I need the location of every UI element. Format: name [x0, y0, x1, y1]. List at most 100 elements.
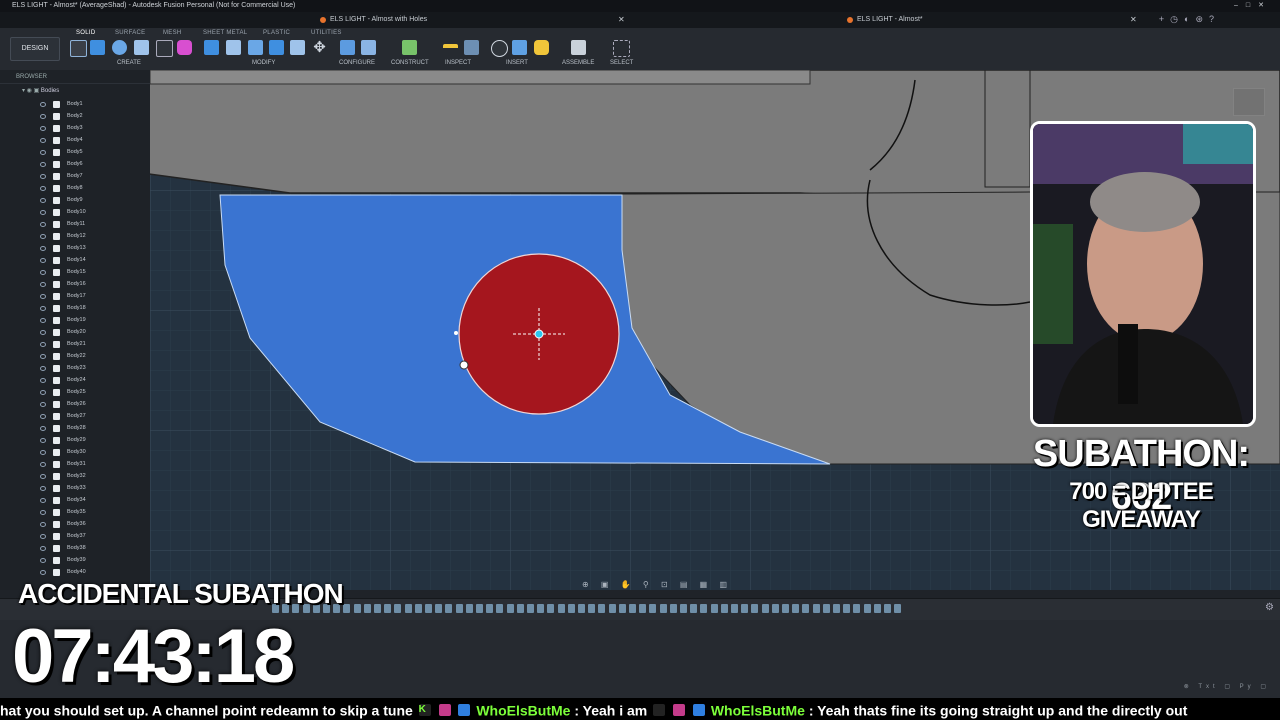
- timeline-feature-icon[interactable]: [873, 604, 881, 613]
- tab-sheet-metal[interactable]: SHEET METAL: [203, 30, 247, 36]
- timeline-feature-icon[interactable]: [761, 604, 769, 613]
- browser-body-row[interactable]: Body40: [40, 567, 150, 578]
- insert-derive-icon[interactable]: [491, 40, 508, 57]
- browser-body-row[interactable]: Body15: [40, 267, 150, 278]
- timeline-feature-icon[interactable]: [425, 604, 432, 613]
- measure-icon[interactable]: [443, 44, 458, 54]
- timeline-feature-icon[interactable]: [639, 604, 647, 613]
- timeline-feature-icon[interactable]: [741, 604, 749, 613]
- timeline-feature-icon[interactable]: [782, 604, 789, 613]
- hole-icon[interactable]: [134, 40, 149, 55]
- eye-icon[interactable]: [40, 246, 46, 251]
- group-construct[interactable]: CONSTRUCT: [391, 60, 429, 66]
- tab-surface[interactable]: SURFACE: [115, 30, 145, 36]
- timeline-feature-icon[interactable]: [690, 604, 698, 613]
- browser-body-row[interactable]: Body5: [40, 147, 150, 158]
- insert-mcmaster-icon[interactable]: [534, 40, 549, 55]
- eye-icon[interactable]: [40, 294, 46, 299]
- browser-body-row[interactable]: Body28: [40, 423, 150, 434]
- eye-icon[interactable]: [40, 558, 46, 563]
- timeline-feature-icon[interactable]: [720, 604, 728, 613]
- timeline-feature-icon[interactable]: [710, 604, 718, 613]
- group-assemble[interactable]: ASSEMBLE: [562, 60, 594, 66]
- timeline-feature-icon[interactable]: [516, 604, 524, 613]
- extrude-icon[interactable]: [90, 40, 105, 55]
- eye-icon[interactable]: [40, 366, 46, 371]
- revolve-icon[interactable]: [112, 40, 127, 55]
- timeline-feature-icon[interactable]: [608, 604, 616, 613]
- chamfer-icon[interactable]: [248, 40, 263, 55]
- tab-mesh[interactable]: MESH: [163, 30, 182, 36]
- browser-body-row[interactable]: Body12: [40, 231, 150, 242]
- pattern-icon[interactable]: [156, 40, 173, 57]
- timeline-feature-icon[interactable]: [843, 604, 851, 613]
- eye-icon[interactable]: [40, 474, 46, 479]
- eye-icon[interactable]: [40, 318, 46, 323]
- browser-body-row[interactable]: Body25: [40, 387, 150, 398]
- timeline-feature-icon[interactable]: [802, 604, 810, 613]
- group-insert[interactable]: INSERT: [506, 60, 528, 66]
- eye-icon[interactable]: [40, 450, 46, 455]
- timeline-feature-icon[interactable]: [537, 604, 545, 613]
- eye-icon[interactable]: [40, 546, 46, 551]
- browser-body-row[interactable]: Body8: [40, 183, 150, 194]
- eye-icon[interactable]: [40, 570, 46, 575]
- timeline-feature-icon[interactable]: [455, 604, 463, 613]
- eye-icon[interactable]: [40, 522, 46, 527]
- timeline-feature-icon[interactable]: [404, 604, 412, 613]
- timeline-feature-icon[interactable]: [751, 604, 759, 613]
- timeline-feature-icon[interactable]: [547, 604, 555, 613]
- timeline-feature-icon[interactable]: [496, 604, 504, 613]
- parameters-icon[interactable]: [340, 40, 355, 55]
- timeline-feature-icon[interactable]: [649, 604, 657, 613]
- browser-body-row[interactable]: Body13: [40, 243, 150, 254]
- eye-icon[interactable]: [40, 258, 46, 263]
- browser-body-row[interactable]: Body6: [40, 159, 150, 170]
- timeline-feature-icon[interactable]: [465, 604, 473, 613]
- timeline-feature-icon[interactable]: [506, 604, 514, 613]
- timeline-feature-icon[interactable]: [629, 604, 636, 613]
- eye-icon[interactable]: [40, 282, 46, 287]
- browser-body-row[interactable]: Body7: [40, 171, 150, 182]
- eye-icon[interactable]: [40, 270, 46, 275]
- timeline-feature-icon[interactable]: [680, 604, 687, 613]
- browser-body-row[interactable]: Body24: [40, 375, 150, 386]
- eye-icon[interactable]: [40, 354, 46, 359]
- navigation-bar[interactable]: ⊕ ▣ ✋ ⚲ ⊡ ▤ ▦ ▥: [582, 580, 732, 589]
- timeline-feature-icon[interactable]: [557, 604, 565, 613]
- browser-body-row[interactable]: Body18: [40, 303, 150, 314]
- timeline-feature-icon[interactable]: [669, 604, 677, 613]
- browser-body-row[interactable]: Body34: [40, 495, 150, 506]
- tab-almost-with-holes[interactable]: ELS LIGHT - Almost with Holes: [318, 14, 427, 26]
- close-tab-icon[interactable]: ✕: [618, 15, 625, 24]
- timeline-feature-icon[interactable]: [414, 604, 422, 613]
- create-sketch-icon[interactable]: [70, 40, 87, 57]
- browser-body-row[interactable]: Body1: [40, 99, 150, 110]
- group-create[interactable]: CREATE: [117, 60, 141, 66]
- browser-header[interactable]: BROWSER: [0, 70, 150, 84]
- browser-body-row[interactable]: Body38: [40, 543, 150, 554]
- bodies-folder[interactable]: ▾ ◉ ▣ Bodies: [22, 87, 59, 94]
- timeline-feature-icon[interactable]: [588, 604, 596, 613]
- eye-icon[interactable]: [40, 498, 46, 503]
- eye-icon[interactable]: [40, 174, 46, 179]
- timeline-feature-icon[interactable]: [822, 604, 830, 613]
- viewcube[interactable]: [1233, 88, 1265, 116]
- browser-body-row[interactable]: Body22: [40, 351, 150, 362]
- browser-body-row[interactable]: Body23: [40, 363, 150, 374]
- browser-body-row[interactable]: Body27: [40, 411, 150, 422]
- tab-bar-icons[interactable]: +◷◐⊛?: [1159, 14, 1220, 25]
- eye-icon[interactable]: [40, 126, 46, 131]
- eye-icon[interactable]: [40, 210, 46, 215]
- joint-icon[interactable]: [571, 40, 586, 55]
- timeline-feature-icon[interactable]: [435, 604, 443, 613]
- eye-icon[interactable]: [40, 534, 46, 539]
- browser-body-row[interactable]: Body26: [40, 399, 150, 410]
- eye-icon[interactable]: [40, 114, 46, 119]
- eye-icon[interactable]: [40, 426, 46, 431]
- timeline-feature-icon[interactable]: [659, 604, 667, 613]
- gear-icon[interactable]: ⚙: [1265, 602, 1274, 613]
- timeline-feature-icon[interactable]: [731, 604, 738, 613]
- browser-body-row[interactable]: Body36: [40, 519, 150, 530]
- eye-icon[interactable]: [40, 234, 46, 239]
